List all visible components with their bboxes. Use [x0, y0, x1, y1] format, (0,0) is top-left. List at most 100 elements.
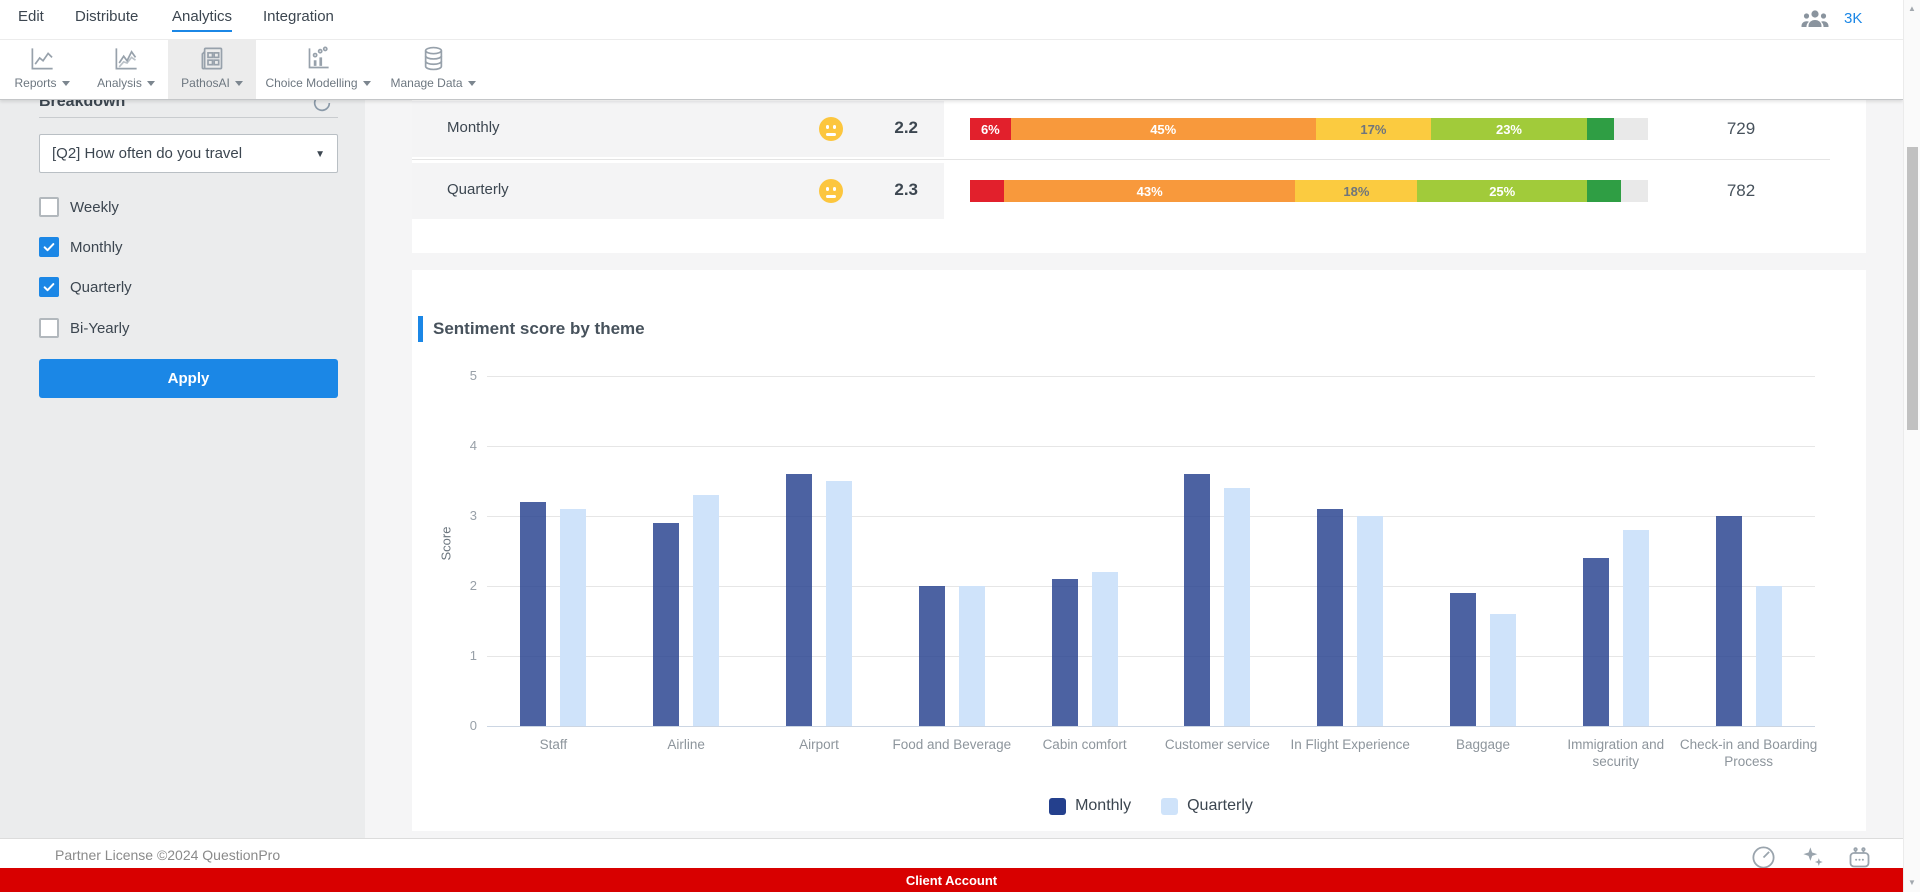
sparkles-icon[interactable]: [1798, 844, 1825, 869]
gauge-icon[interactable]: [1750, 844, 1777, 869]
checkbox-checked[interactable]: [39, 277, 59, 297]
toolbar-item-choice-modelling[interactable]: Choice Modelling: [260, 39, 376, 99]
row-label: Monthly: [447, 119, 500, 136]
chevron-down-icon: [61, 80, 70, 86]
chevron-down-icon: [234, 80, 243, 86]
section-accent-bar: [418, 316, 423, 342]
filter-option-weekly[interactable]: Weekly: [39, 196, 119, 218]
filter-label: Monthly: [70, 238, 123, 256]
category-label: Check-in and Boarding Process: [1679, 737, 1818, 769]
legend-item-quarterly[interactable]: Quarterly: [1161, 797, 1253, 815]
checkbox-unchecked[interactable]: [39, 318, 59, 338]
bar-quarterly-6[interactable]: [1357, 516, 1384, 726]
scrollbar-down-arrow[interactable]: ▼: [1904, 878, 1920, 887]
segment-somewhat_positive: 23%: [1431, 118, 1587, 140]
toolbar-item-pathosai[interactable]: PathosAI: [168, 39, 256, 99]
toolbar-item-manage-data[interactable]: Manage Data: [381, 39, 485, 99]
database-icon: [420, 45, 447, 72]
filter-option-quarterly[interactable]: Quarterly: [39, 276, 132, 298]
bar-quarterly-0[interactable]: [560, 509, 587, 726]
bar-quarterly-4[interactable]: [1091, 572, 1118, 726]
filter-label: Quarterly: [70, 278, 132, 296]
chatbot-icon[interactable]: [1846, 844, 1873, 869]
bar-monthly-3[interactable]: [918, 586, 945, 726]
nav-tab-integration[interactable]: Integration: [263, 8, 334, 30]
question-dropdown-value: [Q2] How often do you travel: [52, 145, 243, 162]
nav-tab-distribute[interactable]: Distribute: [75, 8, 138, 30]
y-tick-label: 2: [469, 578, 477, 593]
bar-monthly-0[interactable]: [520, 502, 547, 726]
legend-swatch: [1161, 797, 1179, 815]
row-label: Quarterly: [447, 181, 509, 198]
legend-swatch: [1049, 797, 1067, 815]
row-distribution-bar: 6% 45% 17% 23%: [970, 118, 1648, 140]
bar-quarterly-2[interactable]: [826, 481, 852, 726]
bar-monthly-5[interactable]: [1184, 474, 1211, 726]
bar-monthly-1[interactable]: [653, 523, 680, 726]
bar-monthly-4[interactable]: [1051, 579, 1078, 726]
chevron-down-icon: [467, 80, 476, 86]
gridline-1: [487, 656, 1815, 657]
scrollbar-thumb[interactable]: [1907, 147, 1918, 430]
toolbar-item-reports[interactable]: Reports: [4, 39, 80, 99]
row-header-cell: Monthly 2.2: [412, 101, 944, 157]
bar-quarterly-5[interactable]: [1224, 488, 1251, 726]
row-divider: [412, 159, 1830, 160]
analytics-toolbar: Reports Analysis PathosAI Choice Modelling M…: [0, 39, 1903, 100]
row-count: 729: [1726, 119, 1756, 138]
check-icon: [42, 280, 56, 294]
toolbar-item-label: Manage Data: [390, 76, 476, 90]
checkbox-checked[interactable]: [39, 237, 59, 257]
category-label: Airport: [799, 737, 839, 752]
collaborators-icon[interactable]: [1800, 7, 1830, 29]
category-label: Staff: [539, 737, 568, 752]
segment-somewhat_negative: 45%: [1010, 118, 1316, 140]
segment-negative: [970, 180, 1004, 202]
vertical-scrollbar[interactable]: ▲ ▼: [1903, 0, 1920, 892]
scatter-chart-icon: [305, 45, 332, 72]
sentiment-summary-card: Monthly 2.2 6% 45% 17% 23% 729 Quarterly 2.3 43% 1…: [412, 100, 1866, 253]
checkbox-unchecked[interactable]: [39, 197, 59, 217]
bar-monthly-2[interactable]: [786, 474, 812, 726]
nav-tab-edit[interactable]: Edit: [18, 8, 44, 30]
bar-quarterly-7[interactable]: [1490, 614, 1516, 726]
filter-label: Bi-Yearly: [70, 319, 130, 337]
gridline-2: [487, 586, 1815, 587]
segment-positive: [1586, 118, 1615, 140]
bar-quarterly-3[interactable]: [958, 586, 985, 726]
neutral-face-emoji: [819, 179, 843, 203]
category-label: Airline: [667, 737, 705, 752]
content-area: Breakdown [Q2] How often do you travel ▼…: [0, 93, 1903, 838]
bar-quarterly-8[interactable]: [1622, 530, 1649, 726]
nav-tab-analytics[interactable]: Analytics: [172, 8, 233, 32]
bar-monthly-9[interactable]: [1715, 516, 1742, 726]
segment-empty: [1620, 180, 1648, 202]
gridline-0: [487, 726, 1815, 727]
responses-count[interactable]: 3K: [1844, 10, 1862, 27]
segment-somewhat_negative: 43%: [1003, 180, 1296, 202]
bar-quarterly-9[interactable]: [1755, 586, 1782, 726]
table-row: Monthly 2.2 6% 45% 17% 23% 729: [412, 101, 1866, 160]
y-tick-label: 1: [469, 648, 477, 663]
check-icon: [42, 240, 56, 254]
category-label: Customer service: [1164, 737, 1270, 752]
toolbar-item-label: Analysis: [97, 76, 155, 90]
filter-option-bi-yearly[interactable]: Bi-Yearly: [39, 317, 129, 339]
bar-monthly-6[interactable]: [1317, 509, 1344, 726]
y-tick-label: 5: [469, 368, 477, 383]
gridline-4: [487, 446, 1815, 447]
bar-monthly-8[interactable]: [1582, 558, 1609, 726]
toolbar-item-analysis[interactable]: Analysis: [88, 39, 164, 99]
table-row: Quarterly 2.3 43% 18% 25% 782: [412, 163, 1866, 219]
bar-chart-plot: Score 0 1 2 3 4 5 Staff Airline Airport Food and …: [438, 368, 1817, 815]
question-dropdown[interactable]: [Q2] How often do you travel ▼: [39, 134, 338, 173]
scrollbar-up-arrow[interactable]: ▲: [1904, 4, 1920, 13]
footer: Partner License ©2024 QuestionPro: [0, 838, 1903, 869]
bar-quarterly-1[interactable]: [693, 495, 720, 726]
legend-item-monthly[interactable]: Monthly: [1049, 797, 1131, 815]
bar-monthly-7[interactable]: [1450, 593, 1476, 726]
apply-button[interactable]: Apply: [39, 359, 338, 398]
row-score: 2.3: [894, 180, 918, 199]
filter-option-monthly[interactable]: Monthly: [39, 236, 123, 258]
row-score: 2.2: [894, 118, 918, 137]
